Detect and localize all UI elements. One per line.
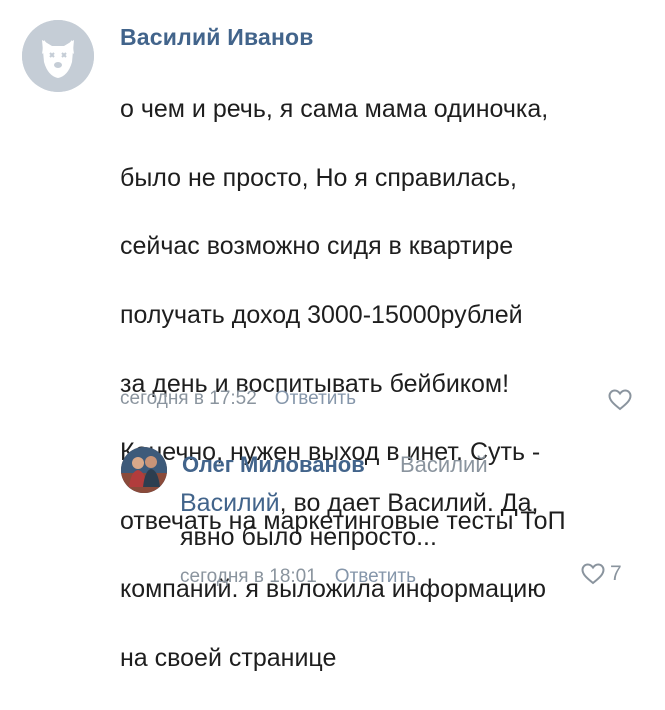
avatar-reply[interactable] [121,447,167,493]
heart-icon [581,563,605,585]
like-button[interactable] [607,388,633,412]
reply-line-rest: , во дает Василий. Да, [279,489,539,517]
heart-icon [608,389,632,411]
comment-line: сейчас возможно сидя в квартире [120,232,514,261]
reply-text: Василий, во дает Василий. Да, явно было … [180,486,620,555]
reply-author[interactable]: Олег Милованов [182,452,365,478]
reply-time: сегодня в 18:01 [180,566,317,587]
comment-line: о чем и речь, я сама мама одиночка, [120,95,549,124]
comment-line: на своей странице [120,644,337,673]
comment-text: о чем и речь, я сама мама одиночка, было… [120,58,640,710]
comment-author[interactable]: Василий Иванов [120,24,314,51]
like-button[interactable]: 7 [580,562,622,586]
avatar-main[interactable] [22,20,94,92]
comment-meta: сегодня в 17:52 Ответить [120,388,356,410]
comment-time: сегодня в 17:52 [120,388,257,409]
reply-line: Василий, во дает Василий. Да, [180,486,620,520]
reply-addressee[interactable]: Василий [400,452,488,478]
reply-button[interactable]: Ответить [275,388,356,409]
avatar-deactivated-dog-icon [22,20,94,92]
like-count: 7 [610,562,622,585]
comment-line: получать доход 3000-15000рублей [120,301,523,330]
reply-line: явно было непросто... [180,523,437,552]
comment-line: было не просто, Но я справилась, [120,163,517,192]
avatar-photo-icon [121,447,167,493]
reply-button[interactable]: Ответить [335,566,416,587]
mention-link[interactable]: Василий [180,489,280,517]
comment-main: Василий Иванов о чем и речь, я сама мама… [0,0,665,672]
reply-meta: сегодня в 18:01 Ответить [180,566,416,588]
